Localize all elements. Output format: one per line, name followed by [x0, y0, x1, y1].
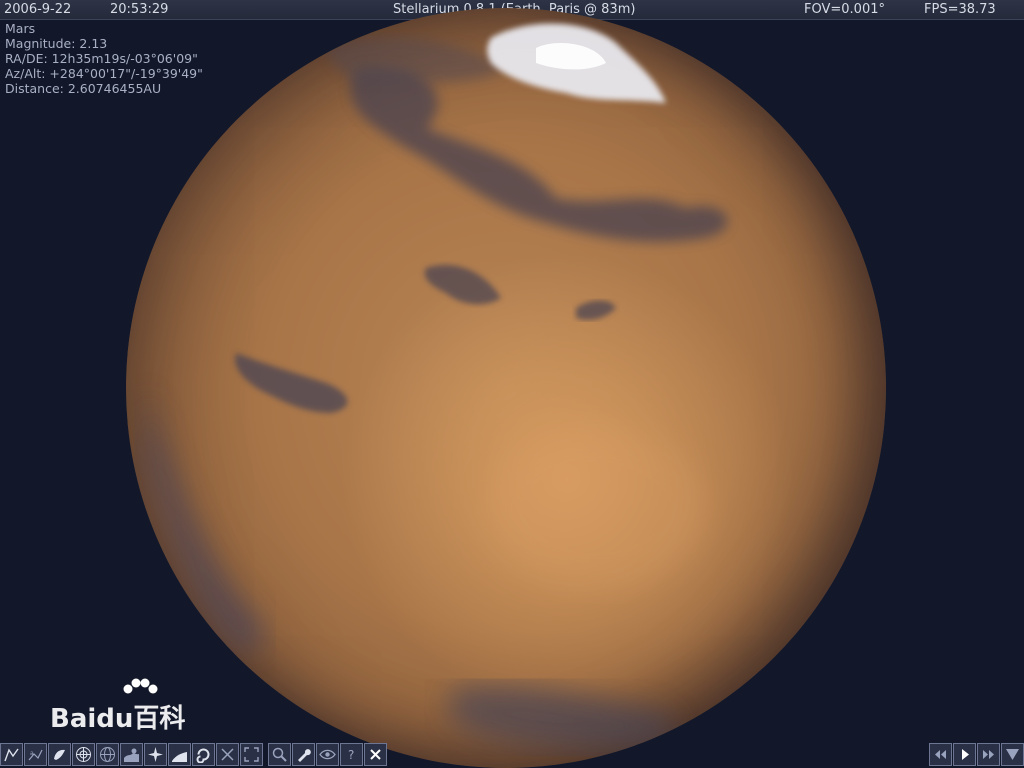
object-info-panel: Mars Magnitude: 2.13 RA/DE: 12h35m19s/-0… — [5, 21, 203, 96]
fullscreen-icon — [244, 747, 259, 762]
search-icon — [272, 747, 287, 762]
help-button[interactable]: ? — [340, 743, 363, 766]
fullscreen-button[interactable] — [240, 743, 263, 766]
rewind-button[interactable] — [929, 743, 952, 766]
config-icon — [298, 749, 311, 762]
eye-icon — [319, 749, 336, 760]
constellation-names-button[interactable]: a — [24, 743, 47, 766]
baidu-baike-text: Baidu百科 — [50, 704, 186, 734]
nebula-icon — [196, 748, 210, 763]
constellation-lines-button[interactable] — [0, 743, 23, 766]
ground-icon — [124, 748, 139, 762]
object-magnitude: Magnitude: 2.13 — [5, 36, 108, 51]
main-toolbar: a ? — [0, 743, 387, 768]
azimuthal-grid-icon — [76, 747, 91, 762]
equatorial-grid-icon — [100, 747, 115, 762]
search-button[interactable] — [268, 743, 291, 766]
night-mode-icon — [221, 748, 234, 761]
cardinal-points-icon — [148, 747, 163, 762]
close-button[interactable] — [364, 743, 387, 766]
constellation-names-icon: a — [28, 749, 43, 761]
cardinal-points-button[interactable] — [144, 743, 167, 766]
object-az-alt: Az/Alt: +284°00'17"/-19°39'49" — [5, 66, 203, 81]
atmosphere-button[interactable] — [168, 743, 191, 766]
date-readout: 2006-9-22 — [4, 2, 72, 17]
ground-button[interactable] — [120, 743, 143, 766]
fast-forward-button[interactable] — [977, 743, 1000, 766]
play-icon — [962, 749, 969, 760]
baidu-baike-watermark: Baidu百科 — [50, 678, 210, 734]
mars-surface-features — [146, 23, 728, 750]
night-mode-button[interactable] — [216, 743, 239, 766]
play-button[interactable] — [953, 743, 976, 766]
close-icon — [370, 749, 381, 760]
help-icon: ? — [348, 748, 354, 762]
eye-button[interactable] — [316, 743, 339, 766]
mars-planet[interactable] — [126, 8, 886, 768]
rewind-icon — [935, 750, 946, 759]
time-control-toolbar — [929, 743, 1024, 768]
real-time-button[interactable] — [1001, 743, 1024, 766]
fps-readout: FPS=38.73 — [924, 2, 996, 17]
config-button[interactable] — [292, 743, 315, 766]
azimuthal-grid-button[interactable] — [72, 743, 95, 766]
equatorial-grid-button[interactable] — [96, 743, 119, 766]
fast-forward-icon — [983, 750, 994, 759]
object-name: Mars — [5, 21, 36, 36]
constellation-art-button[interactable] — [48, 743, 71, 766]
svg-text:?: ? — [348, 748, 354, 762]
svg-text:a: a — [30, 750, 34, 757]
real-time-icon — [1006, 749, 1019, 760]
atmosphere-icon — [172, 752, 187, 762]
constellation-lines-icon — [4, 748, 19, 762]
object-distance: Distance: 2.60746455AU — [5, 81, 162, 96]
constellation-art-icon — [54, 749, 65, 760]
nebula-button[interactable] — [192, 743, 215, 766]
object-ra-de: RA/DE: 12h35m19s/-03°06'09" — [5, 51, 198, 66]
